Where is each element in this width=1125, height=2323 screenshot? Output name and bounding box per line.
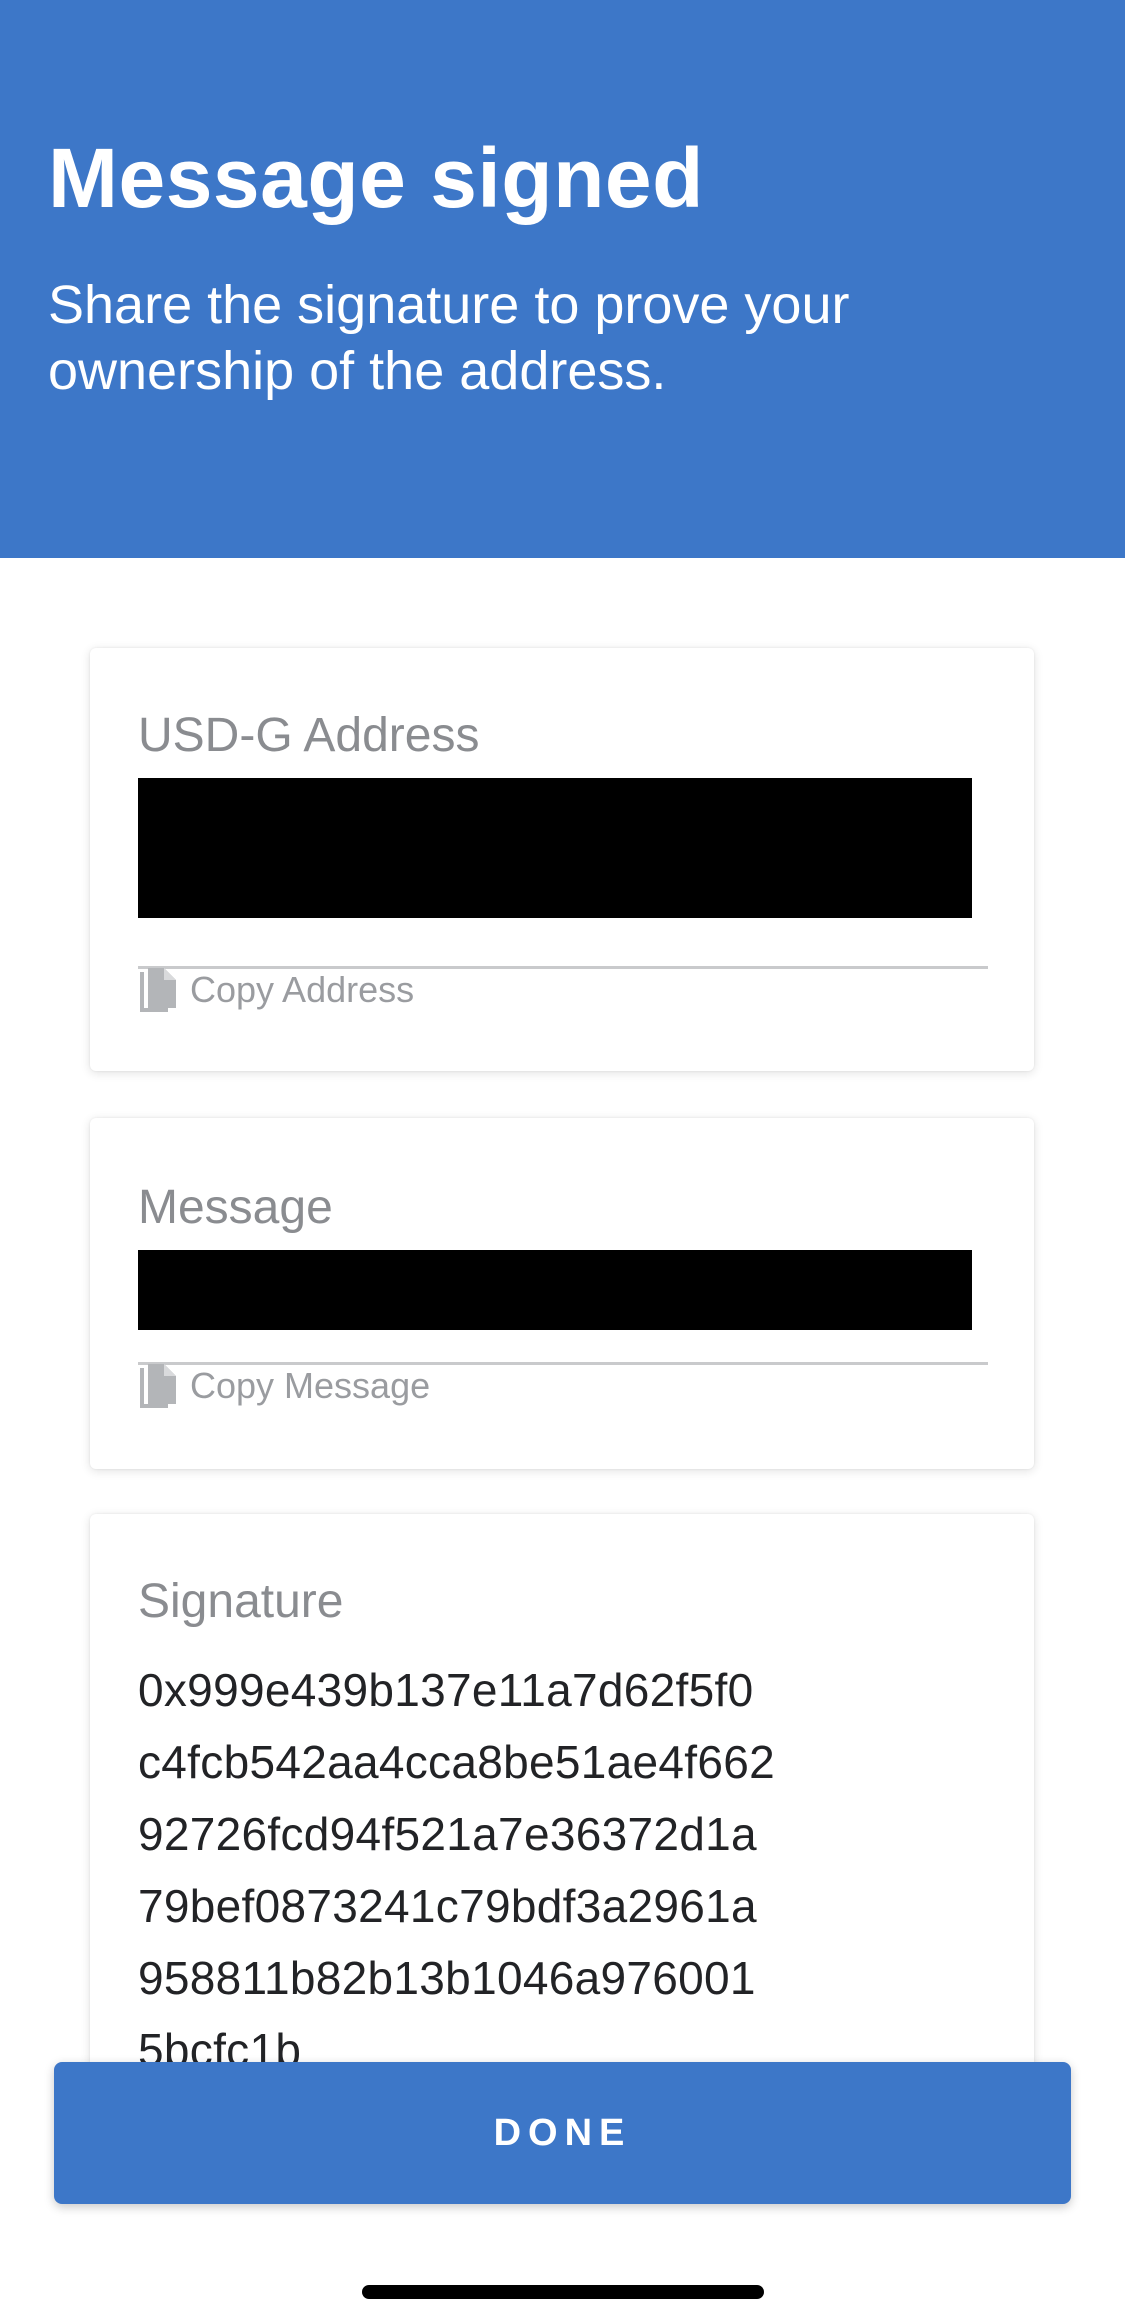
signature-line: 79bef0873241c79bdf3a2961a <box>138 1880 757 1932</box>
address-label: USD-G Address <box>138 709 480 762</box>
copy-address-button[interactable]: Copy Address <box>138 966 414 1014</box>
header: Message signed Share the signature to pr… <box>0 0 1125 558</box>
signature-line: 0x999e439b137e11a7d62f5f0 <box>138 1664 754 1716</box>
done-button[interactable]: DONE <box>54 2062 1071 2204</box>
message-signed-screen: Message signed Share the signature to pr… <box>0 0 1125 2323</box>
page-title: Message signed <box>48 131 704 225</box>
message-label: Message <box>138 1181 333 1234</box>
address-value-redacted <box>138 778 972 918</box>
done-button-label: DONE <box>493 2111 632 2154</box>
page-subtitle: Share the signature to prove your owners… <box>48 275 850 401</box>
message-card: Message Copy Message <box>90 1118 1034 1469</box>
home-indicator <box>362 2285 764 2299</box>
signature-card: Signature 0x999e439b137e11a7d62f5f0 c4fc… <box>90 1514 1034 2076</box>
copy-message-button[interactable]: Copy Message <box>138 1362 430 1410</box>
signature-line: 958811b82b13b1046a976001 <box>138 1952 756 2004</box>
copy-message-label: Copy Message <box>190 1365 431 1406</box>
signature-line: 92726fcd94f521a7e36372d1a <box>138 1808 757 1860</box>
address-card: USD-G Address Copy Address <box>90 648 1034 1071</box>
copy-address-label: Copy Address <box>190 969 415 1010</box>
copy-icon <box>138 1364 178 1408</box>
signature-value: 0x999e439b137e11a7d62f5f0 c4fcb542aa4cca… <box>138 1654 998 2086</box>
signature-line: c4fcb542aa4cca8be51ae4f662 <box>138 1736 776 1788</box>
copy-icon <box>138 968 178 1012</box>
message-value-redacted <box>138 1250 972 1330</box>
signature-label: Signature <box>138 1575 344 1628</box>
